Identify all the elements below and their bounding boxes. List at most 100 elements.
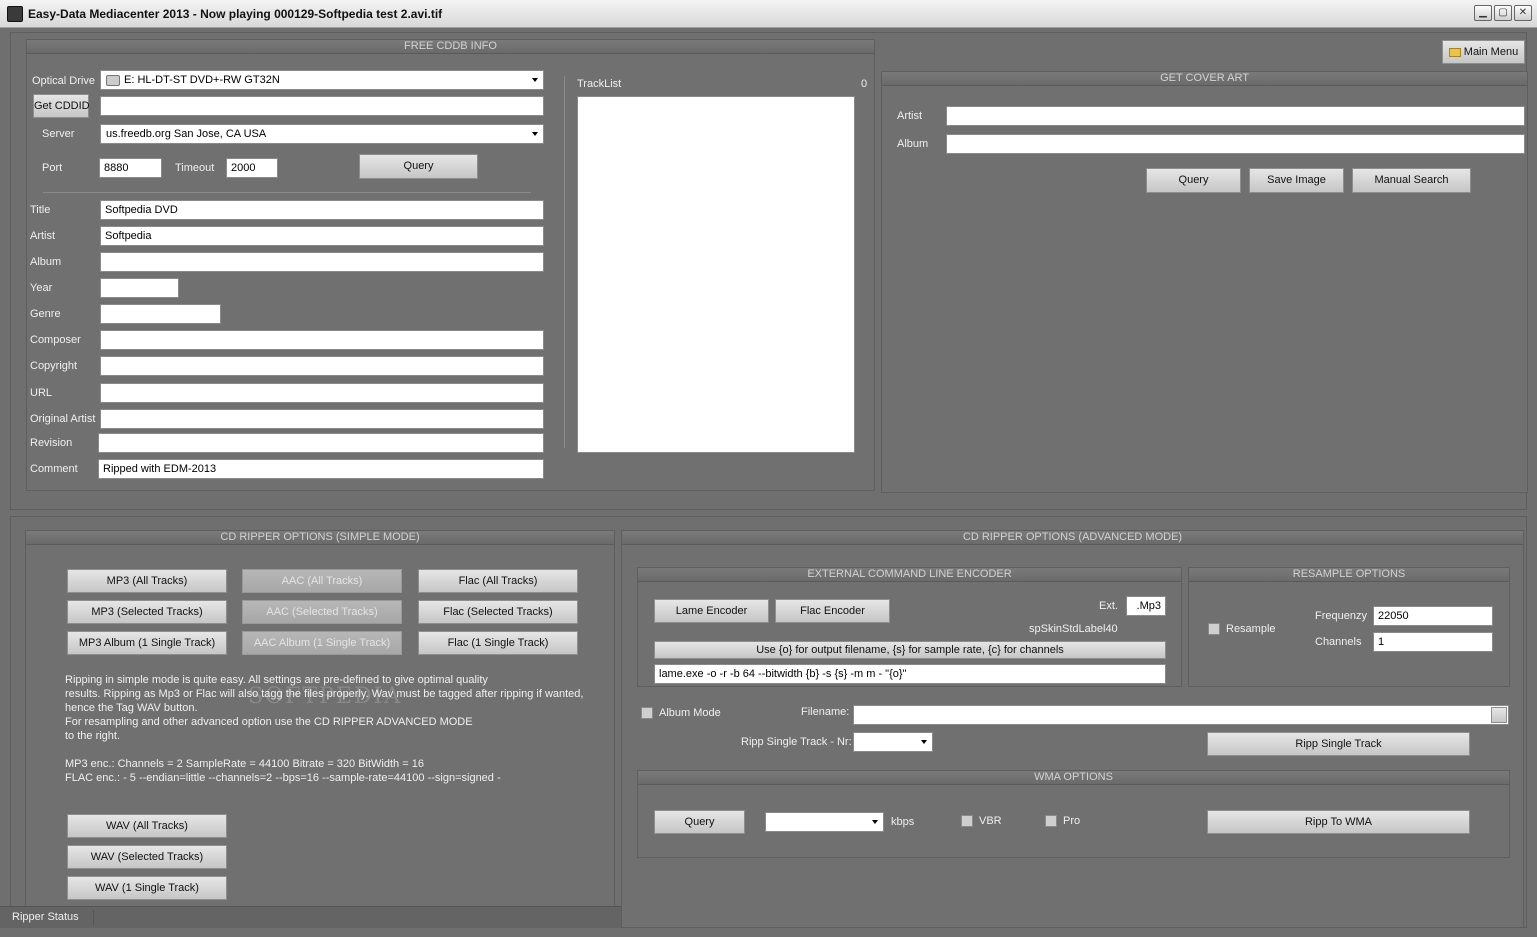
pro-label: Pro [1063,815,1081,827]
cddb-query-button[interactable]: Query [359,154,478,179]
vbr-checkbox[interactable] [961,815,973,827]
optical-drive-select[interactable]: E: HL-DT-ST DVD+-RW GT32N [100,70,544,90]
copyright-field[interactable] [100,356,544,376]
port-field[interactable]: 8880 [99,158,162,178]
comment-field[interactable]: Ripped with EDM-2013 [98,459,544,479]
lame-encoder-button[interactable]: Lame Encoder [654,599,769,623]
info-line: For resampling and other advanced option… [65,716,473,728]
ext-field[interactable]: .Mp3 [1126,596,1166,616]
placeholder-hint-bar: Use {o} for output filename, {s} for sam… [654,641,1166,659]
year-label: Year [30,282,53,294]
channels-field[interactable]: 1 [1373,632,1493,652]
info-line: FLAC enc.: - 5 --endian=little --channel… [65,772,501,784]
artist-label: Artist [30,230,56,242]
flac-single-button[interactable]: Flac (1 Single Track) [418,631,578,655]
tracklist-label: TrackList [577,78,622,90]
filename-field[interactable] [853,705,1509,725]
original-artist-label: Original Artist [30,413,96,425]
cddb-divider [43,192,531,193]
aac-selected-button[interactable]: AAC (Selected Tracks) [242,600,402,624]
cover-query-button[interactable]: Query [1146,168,1241,193]
album-field[interactable] [100,252,544,272]
pro-checkbox[interactable] [1045,815,1057,827]
cover-album-field[interactable] [946,134,1525,154]
timeout-field[interactable]: 2000 [226,158,278,178]
external-encoder-title: EXTERNAL COMMAND LINE ENCODER [638,568,1181,582]
status-divider [93,910,94,925]
title-label: Title [30,204,51,216]
cddid-field[interactable] [100,96,544,116]
ext-label: Ext. [1099,600,1118,612]
album-mode-checkbox[interactable] [641,707,653,719]
flac-selected-button[interactable]: Flac (Selected Tracks) [418,600,578,624]
aac-album-button[interactable]: AAC Album (1 Single Track) [242,631,402,655]
url-label: URL [30,387,53,399]
ripp-nr-label: Ripp Single Track - Nr: [741,736,852,748]
info-line: MP3 enc.: Channels = 2 SampleRate = 4410… [65,758,424,770]
album-mode-label: Album Mode [659,707,721,719]
tracklist-count: 0 [861,78,868,90]
title-field[interactable]: Softpedia DVD [100,200,544,220]
wav-all-button[interactable]: WAV (All Tracks) [67,814,227,838]
artist-field[interactable]: Softpedia [100,226,544,246]
ripper-status-label: Ripper Status [12,911,79,923]
cover-artist-field[interactable] [946,106,1525,126]
server-select[interactable]: us.freedb.org San Jose, CA USA [100,124,544,144]
mp3-all-button[interactable]: MP3 (All Tracks) [67,569,227,593]
url-field[interactable] [100,383,544,403]
wma-query-button[interactable]: Query [654,810,745,834]
manual-search-button[interactable]: Manual Search [1352,168,1471,193]
flac-encoder-button[interactable]: Flac Encoder [775,599,890,623]
wav-selected-button[interactable]: WAV (Selected Tracks) [67,845,227,869]
filename-label: Filename: [801,706,850,718]
composer-field[interactable] [100,330,544,350]
optical-drive-label: Optical Drive [32,75,95,87]
ripp-to-wma-button[interactable]: Ripp To WMA [1207,810,1470,834]
cover-album-label: Album [897,138,929,150]
kbps-label: kbps [891,816,915,828]
cover-panel-title: GET COVER ART [882,72,1527,86]
command-line-field[interactable]: lame.exe -o -r -b 64 --bitwidth {b} -s {… [654,664,1166,684]
revision-field[interactable] [98,433,544,453]
close-button[interactable]: ✕ [1514,5,1532,21]
get-cddid-button[interactable]: Get CDDID [33,94,90,118]
frequency-field[interactable]: 22050 [1373,606,1493,626]
browse-button[interactable] [1491,707,1507,723]
info-line: to the right. [65,730,121,742]
album-label: Album [30,256,62,268]
year-field[interactable] [100,278,179,298]
server-label: Server [42,128,75,140]
main-menu-button[interactable]: Main Menu [1442,40,1525,64]
chevron-down-icon [921,740,927,744]
mp3-selected-button[interactable]: MP3 (Selected Tracks) [67,600,227,624]
save-image-button[interactable]: Save Image [1249,168,1344,193]
server-value: us.freedb.org San Jose, CA USA [106,128,267,140]
optical-drive-value: E: HL-DT-ST DVD+-RW GT32N [124,74,280,86]
app-icon [7,6,23,22]
flac-all-button[interactable]: Flac (All Tracks) [418,569,578,593]
tracklist-box[interactable] [577,96,855,453]
resample-checkbox[interactable] [1208,623,1220,635]
ripp-single-track-button[interactable]: Ripp Single Track [1207,732,1470,756]
window-titlebar: Easy-Data Mediacenter 2013 - Now playing… [0,0,1537,28]
main-menu-label: Main Menu [1463,46,1519,58]
revision-label: Revision [30,437,73,449]
tracklist-divider [564,76,565,448]
cover-artist-label: Artist [897,110,923,122]
ripp-nr-select[interactable] [853,732,933,752]
original-artist-field[interactable] [100,409,544,429]
wma-panel-title: WMA OPTIONS [638,771,1509,785]
timeout-label: Timeout [175,162,215,174]
folder-icon [1448,47,1461,57]
aac-all-button[interactable]: AAC (All Tracks) [242,569,402,593]
cddb-panel-title: FREE CDDB INFO [27,40,874,54]
mp3-album-button[interactable]: MP3 Album (1 Single Track) [67,631,227,655]
composer-label: Composer [30,334,81,346]
maximize-button[interactable]: ▢ [1494,5,1512,21]
chevron-down-icon [532,132,538,136]
kbps-select[interactable] [765,812,884,832]
genre-field[interactable] [100,304,221,324]
wav-single-button[interactable]: WAV (1 Single Track) [67,876,227,900]
minimize-button[interactable]: ▁ [1474,5,1492,21]
status-bar: Ripper Status [0,906,621,928]
